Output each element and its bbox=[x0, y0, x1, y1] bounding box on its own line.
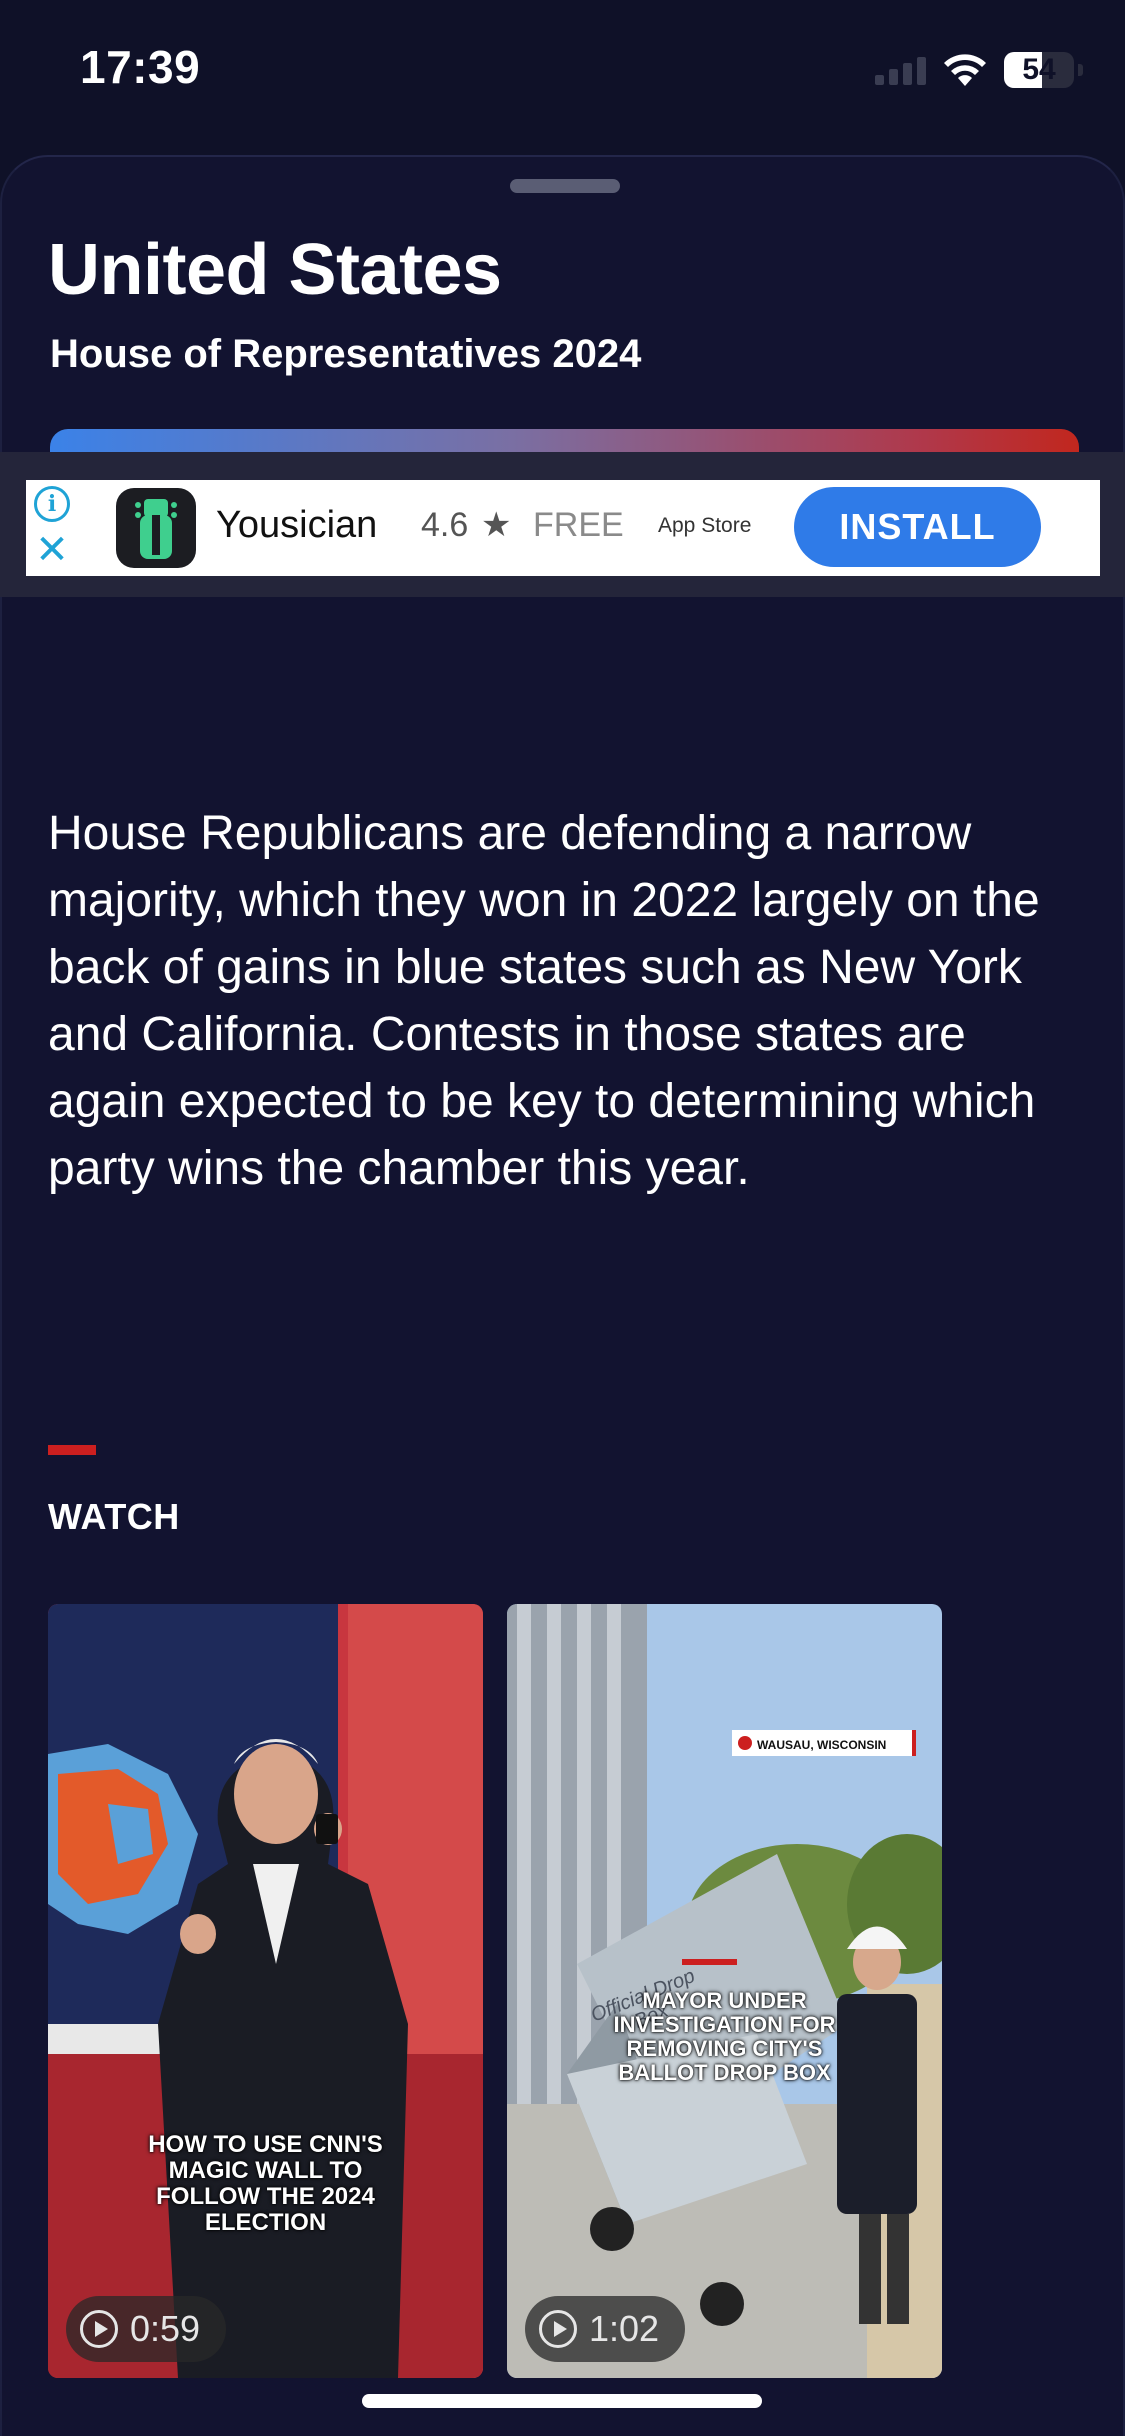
ad-price: FREE bbox=[533, 506, 624, 544]
video-duration-badge: 0:59 bbox=[66, 2296, 227, 2362]
status-time: 17:39 bbox=[80, 41, 201, 93]
battery-icon: 54 bbox=[1004, 52, 1074, 88]
ad-info-icon[interactable]: i bbox=[34, 486, 70, 522]
video-card[interactable]: HOW TO USE CNN'S MAGIC WALL TO FOLLOW TH… bbox=[48, 1604, 483, 2378]
race-summary: House Republicans are defending a narrow… bbox=[48, 807, 1040, 1195]
app-install-ad[interactable]: i ✕ Yousician 4.6 ★ FREE App Store INSTA… bbox=[26, 480, 1100, 576]
ad-app-name: Yousician bbox=[216, 504, 378, 546]
video-duration: 0:59 bbox=[130, 2308, 201, 2349]
battery-level: 54 bbox=[1022, 53, 1056, 86]
video-card[interactable]: WAUSAU, WISCONSIN Official Drop Box MAYO… bbox=[507, 1604, 942, 2378]
page-subtitle: House of Representatives 2024 bbox=[50, 332, 642, 376]
star-icon: ★ bbox=[481, 505, 512, 545]
play-icon bbox=[80, 2310, 118, 2348]
watch-section-title: WATCH bbox=[48, 1496, 180, 1537]
ad-close-icon[interactable]: ✕ bbox=[34, 530, 70, 570]
video-caption: HOW TO USE CNN'S MAGIC WALL TO FOLLOW TH… bbox=[148, 2131, 383, 2236]
video-duration: 1:02 bbox=[589, 2308, 660, 2349]
cellular-signal-icon bbox=[875, 55, 926, 85]
install-button[interactable]: INSTALL bbox=[794, 487, 1041, 567]
play-icon bbox=[539, 2310, 577, 2348]
location-tag: WAUSAU, WISCONSIN bbox=[757, 1738, 886, 1752]
video-thumbnail bbox=[48, 1604, 483, 2378]
status-bar: 17:39 54 bbox=[0, 0, 1125, 140]
home-indicator[interactable] bbox=[362, 2394, 762, 2408]
sheet-grabber[interactable] bbox=[510, 179, 620, 193]
page-title: United States bbox=[48, 230, 502, 310]
video-duration-badge: 1:02 bbox=[525, 2296, 686, 2362]
section-accent-rule bbox=[48, 1445, 96, 1455]
status-indicators: 54 bbox=[875, 48, 1083, 92]
ad-rating: 4.6 bbox=[421, 506, 469, 544]
video-caption: MAYOR UNDER INVESTIGATION FOR REMOVING C… bbox=[613, 1988, 836, 2085]
wifi-icon bbox=[942, 52, 988, 88]
battery-nub bbox=[1078, 64, 1083, 76]
ad-store-label: App Store bbox=[658, 514, 752, 537]
yousician-app-icon bbox=[116, 488, 196, 568]
